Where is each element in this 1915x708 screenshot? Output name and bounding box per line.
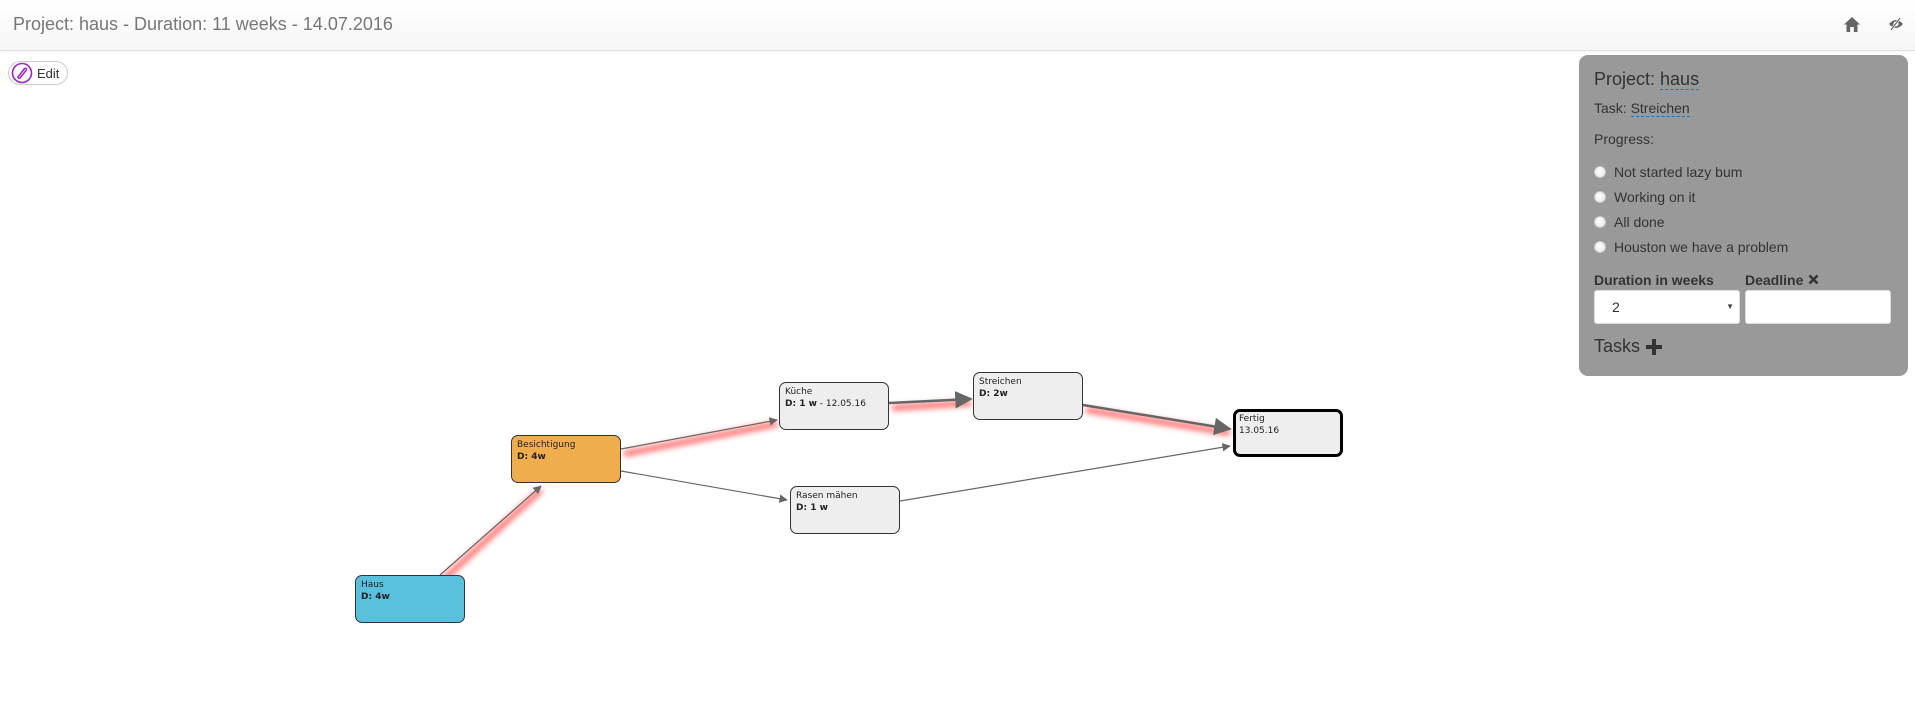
edge-haus-besichtigung <box>439 485 542 576</box>
radio-button[interactable] <box>1594 215 1606 228</box>
project-name-editable[interactable]: haus <box>1660 69 1700 90</box>
task-node-label: Rasen mähen <box>796 491 858 501</box>
tasks-row: Tasks <box>1594 336 1893 357</box>
panel-task-row: Task: Streichen <box>1594 100 1893 117</box>
task-node-meta: 13.05.16 <box>1239 426 1280 436</box>
deadline-input[interactable] <box>1745 290 1891 324</box>
critical-path-glow <box>891 400 972 411</box>
task-node-streichen[interactable]: Streichen D: 2w <box>973 372 1083 420</box>
duration-label: Duration in weeks <box>1594 271 1714 288</box>
task-label: Task: <box>1594 100 1631 116</box>
critical-path-glow <box>440 487 544 583</box>
clear-deadline-icon[interactable] <box>1808 274 1819 285</box>
panel-project-title: Project: haus <box>1594 69 1893 90</box>
task-node-besichtigung[interactable]: Besichtigung D: 4w <box>511 435 621 483</box>
radio-button[interactable] <box>1594 190 1606 203</box>
edge-streichen-fertig <box>1082 403 1232 436</box>
progress-option-label: All done <box>1614 213 1665 230</box>
progress-radio-group: Not started lazy bum Working on it All don… <box>1594 159 1893 259</box>
task-node-kueche[interactable]: Küche D: 1 w - 12.05.16 <box>779 382 889 430</box>
duration-select[interactable]: 2 ▼ <box>1594 290 1740 324</box>
task-details-panel: Project: haus Task: Streichen Progress: … <box>1579 55 1908 376</box>
task-node-fertig[interactable]: Fertig 13.05.16 <box>1233 409 1343 457</box>
project-label: Project: <box>1594 69 1661 89</box>
deadline-label: Deadline <box>1745 271 1891 288</box>
progress-option[interactable]: Houston we have a problem <box>1594 234 1893 259</box>
task-node-label: Küche <box>785 387 813 397</box>
task-node-rasen[interactable]: Rasen mähen D: 1 w <box>790 486 900 534</box>
progress-option-label: Working on it <box>1614 188 1696 205</box>
task-name-editable[interactable]: Streichen <box>1630 100 1690 117</box>
radio-button[interactable] <box>1594 165 1606 178</box>
task-node-label: Streichen <box>979 377 1022 387</box>
progress-option[interactable]: All done <box>1594 209 1893 234</box>
task-node-meta: D: 1 w <box>796 503 828 513</box>
edge-besichtigung-rasen <box>620 470 788 503</box>
critical-path-glow <box>623 421 778 457</box>
progress-label: Progress: <box>1594 131 1654 147</box>
task-node-label: Fertig <box>1239 414 1265 424</box>
task-node-meta: D: 2w <box>979 389 1008 399</box>
duration-deadline-fields: Duration in weeks 2 ▼ Deadline <box>1594 271 1893 324</box>
progress-option-label: Houston we have a problem <box>1614 238 1789 255</box>
duration-value: 2 <box>1612 299 1620 315</box>
progress-option-label: Not started lazy bum <box>1614 163 1743 180</box>
task-node-haus[interactable]: Haus D: 4w <box>355 575 465 623</box>
progress-option[interactable]: Not started lazy bum <box>1594 159 1893 184</box>
task-node-meta: D: 4w <box>517 452 546 462</box>
task-node-label: Besichtigung <box>517 440 576 450</box>
radio-button[interactable] <box>1594 240 1606 253</box>
task-node-meta: D: 1 w - 12.05.16 <box>785 399 866 409</box>
task-node-label: Haus <box>361 580 384 590</box>
edge-besichtigung-kueche <box>620 417 778 450</box>
critical-path-glow <box>1085 407 1231 436</box>
chevron-down-icon: ▼ <box>1726 302 1734 311</box>
add-task-icon[interactable] <box>1646 338 1663 355</box>
progress-option[interactable]: Working on it <box>1594 184 1893 209</box>
tasks-label: Tasks <box>1594 336 1641 356</box>
edge-rasen-fertig <box>899 443 1231 502</box>
task-node-meta: D: 4w <box>361 592 390 602</box>
